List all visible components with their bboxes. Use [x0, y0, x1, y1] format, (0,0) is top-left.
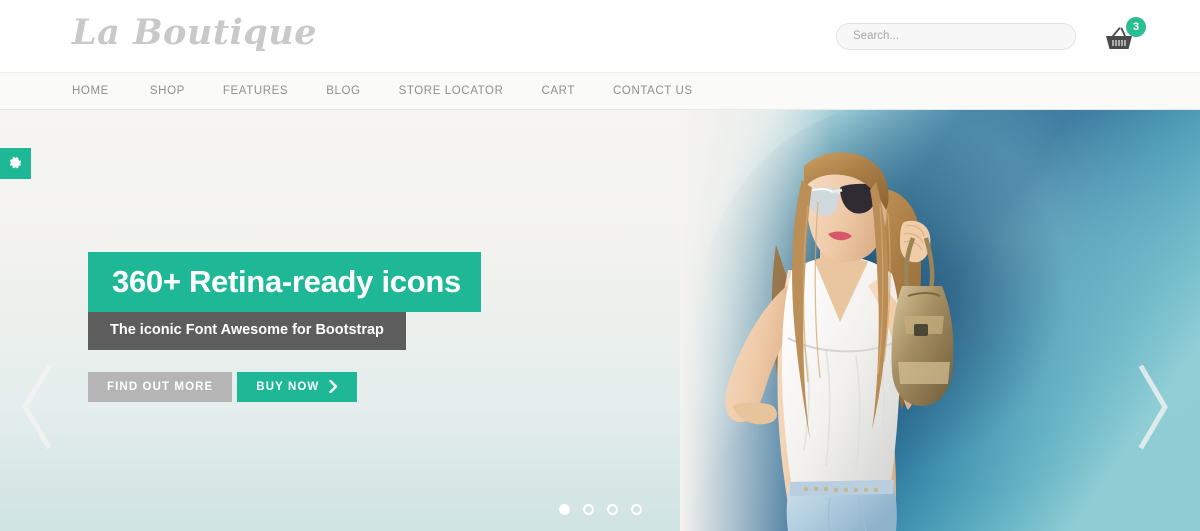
nav-item-blog[interactable]: BLOG	[307, 85, 379, 97]
nav-item-home[interactable]: HOME	[72, 85, 131, 97]
search-input[interactable]	[836, 22, 1076, 50]
hero-slider: 360+ Retina-ready icons The iconic Font …	[0, 110, 1200, 531]
hero-caption: 360+ Retina-ready icons The iconic Font …	[88, 252, 481, 402]
buy-now-button[interactable]: BUY NOW	[237, 371, 358, 402]
gear-icon	[9, 156, 22, 169]
slider-dot-3[interactable]	[606, 504, 618, 515]
hero-title: 360+ Retina-ready icons	[88, 252, 481, 312]
find-out-more-button[interactable]: FIND OUT MORE	[88, 371, 233, 402]
hero-image	[680, 110, 1200, 531]
nav-list: HOME SHOP FEATURES BLOG STORE LOCATOR CA…	[72, 85, 712, 97]
site-logo[interactable]: La Boutique	[72, 8, 317, 58]
nav-item-contact-us[interactable]: CONTACT US	[594, 85, 712, 97]
slider-dot-4[interactable]	[630, 504, 642, 515]
header-utilities: 3	[836, 0, 1146, 72]
slider-dot-1[interactable]	[558, 504, 570, 515]
nav-item-cart[interactable]: CART	[523, 85, 595, 97]
slider-next-button[interactable]	[1136, 364, 1172, 455]
find-out-more-label: FIND OUT MORE	[107, 380, 214, 393]
cart-count-badge: 3	[1126, 17, 1146, 37]
chevron-right-icon	[1138, 364, 1168, 450]
search-box	[836, 22, 1076, 50]
chevron-left-icon	[22, 364, 52, 450]
hero-subtitle: The iconic Font Awesome for Bootstrap	[88, 312, 406, 350]
cart-button[interactable]: 3	[1098, 15, 1146, 57]
site-header: La Boutique 3	[0, 0, 1200, 72]
nav-item-features[interactable]: FEATURES	[204, 85, 307, 97]
nav-item-shop[interactable]: SHOP	[131, 85, 204, 97]
buy-now-label: BUY NOW	[256, 380, 320, 393]
slider-prev-button[interactable]	[18, 364, 54, 455]
nav-item-store-locator[interactable]: STORE LOCATOR	[380, 85, 523, 97]
slider-settings-button[interactable]	[0, 148, 31, 179]
chevron-right-icon	[329, 380, 338, 393]
slider-pagination	[0, 504, 1200, 515]
slider-dot-2[interactable]	[582, 504, 594, 515]
main-navigation: HOME SHOP FEATURES BLOG STORE LOCATOR CA…	[0, 72, 1200, 110]
hero-buttons: FIND OUT MORE BUY NOW	[88, 371, 481, 402]
